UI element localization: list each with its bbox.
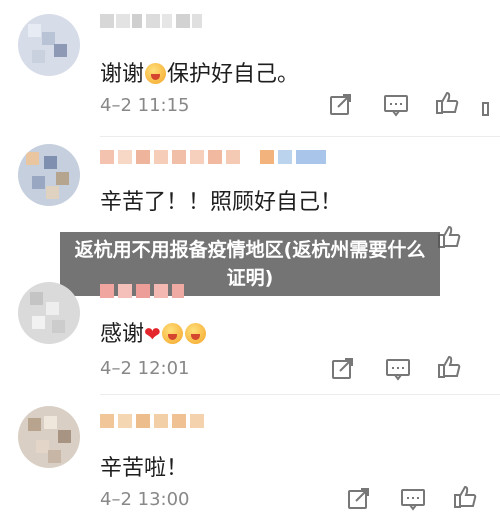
avatar[interactable] bbox=[18, 406, 80, 468]
avatar[interactable] bbox=[18, 282, 80, 344]
comment-icon[interactable] bbox=[383, 92, 409, 118]
comment-item: 辛苦啦！ 4–2 13:00 bbox=[0, 400, 500, 527]
comment-item: 谢谢 保护好自己。 4–2 11:15 bbox=[0, 8, 500, 118]
comment-item: 感谢❤ 4–2 12:01 bbox=[0, 272, 500, 392]
like-icon[interactable] bbox=[436, 354, 462, 380]
divider bbox=[100, 394, 500, 395]
comment-text: 辛苦啦！ bbox=[100, 456, 189, 481]
share-icon[interactable] bbox=[328, 92, 354, 118]
like-icon[interactable] bbox=[434, 90, 460, 116]
comment-text: 辛苦了！！照顾好自己！ bbox=[100, 190, 343, 215]
avatar[interactable] bbox=[18, 14, 80, 76]
comment-icon[interactable] bbox=[385, 356, 411, 382]
like-icon[interactable] bbox=[452, 484, 478, 510]
divider bbox=[100, 136, 500, 137]
comment-time: 4–2 13:00 bbox=[100, 489, 190, 510]
emoji-icon bbox=[161, 323, 183, 344]
heart-icon: ❤ bbox=[144, 322, 161, 346]
emoji-icon bbox=[145, 63, 167, 84]
share-icon[interactable] bbox=[330, 356, 356, 382]
comment-time: 4–2 12:01 bbox=[100, 358, 190, 379]
comment-time: 4–2 11:15 bbox=[100, 95, 190, 116]
comment-icon[interactable] bbox=[400, 486, 426, 512]
more-icon[interactable] bbox=[478, 92, 498, 118]
share-icon[interactable] bbox=[346, 486, 372, 512]
comment-text: 感谢❤ bbox=[100, 316, 207, 348]
comment-text: 谢谢 保护好自己。 bbox=[100, 62, 300, 87]
avatar[interactable] bbox=[18, 144, 80, 206]
emoji-icon bbox=[184, 323, 206, 344]
